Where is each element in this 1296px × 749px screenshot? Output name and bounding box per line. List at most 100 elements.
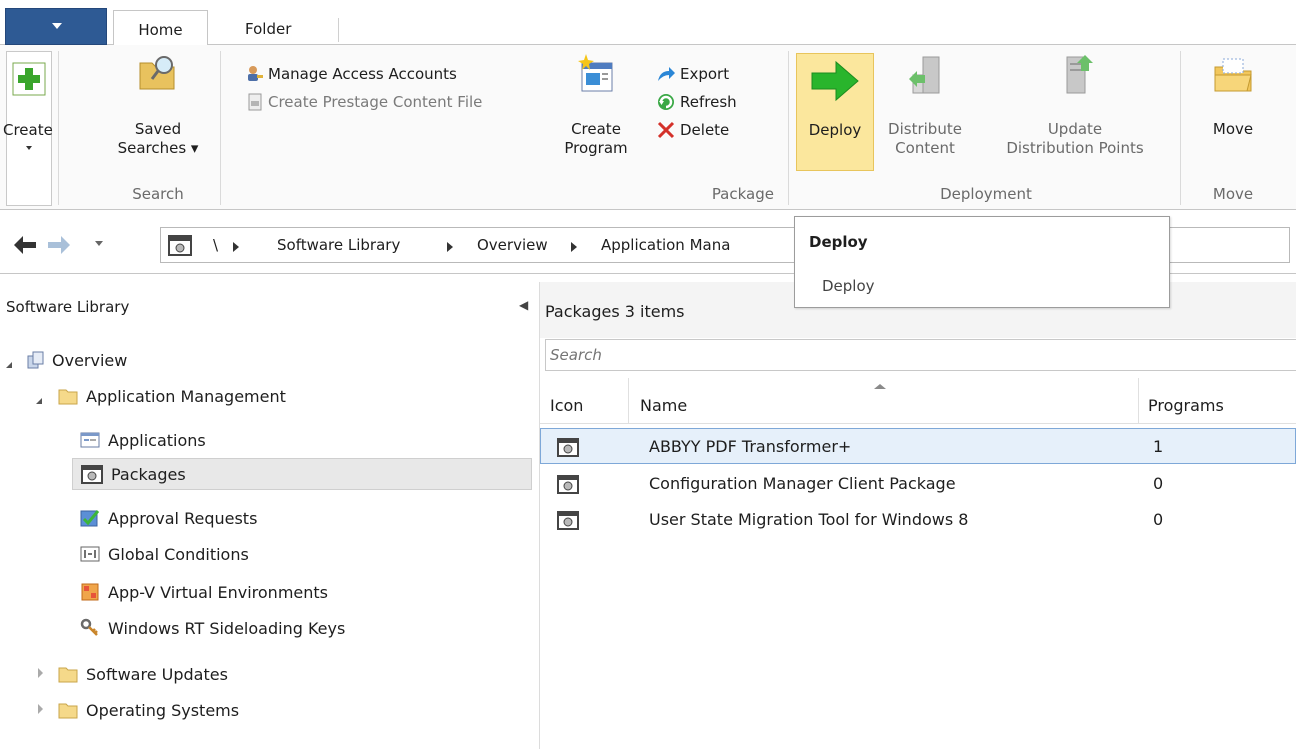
delete-label: Delete xyxy=(680,121,730,139)
results-title: Packages 3 items xyxy=(545,302,685,321)
tree-item-label: Global Conditions xyxy=(108,544,249,564)
tree-collapsed-icon[interactable] xyxy=(38,668,43,678)
tree-expanded-icon[interactable] xyxy=(6,362,12,368)
key-icon xyxy=(80,618,98,636)
tree-expanded-icon[interactable] xyxy=(36,398,42,404)
breadcrumb-application-management[interactable]: Application Mana xyxy=(601,236,730,254)
tab-folder[interactable]: Folder xyxy=(228,10,338,46)
tree-item-overview[interactable]: Overview xyxy=(26,344,127,376)
column-divider[interactable] xyxy=(1138,378,1139,424)
app-v-environment-icon xyxy=(81,583,99,601)
package-icon xyxy=(168,235,192,256)
package-icon xyxy=(557,475,579,494)
tree-item-applications[interactable]: Applications xyxy=(80,424,206,456)
tree-item-packages[interactable]: Packages xyxy=(72,458,532,490)
breadcrumb-root[interactable]: \ xyxy=(213,236,218,254)
tree-item-label: Application Management xyxy=(86,386,286,406)
ribbon-tab-bar: Home Folder xyxy=(0,0,1296,46)
results-pane: Packages 3 items Icon Name Programs ABBY… xyxy=(540,282,1296,749)
search-input[interactable] xyxy=(545,339,1296,371)
saved-searches-button[interactable]: Saved Searches ▾ xyxy=(104,53,212,173)
deploy-tooltip: Deploy Deploy xyxy=(794,216,1170,308)
application-menu-button[interactable] xyxy=(5,8,107,45)
package-icon xyxy=(557,511,579,530)
tree-item-global-conditions[interactable]: Global Conditions xyxy=(80,538,249,570)
refresh-button[interactable]: Refresh xyxy=(656,91,737,113)
prestage-icon xyxy=(248,93,262,111)
tree-item-label: Software Updates xyxy=(86,664,228,684)
tree-item-operating-systems[interactable]: Operating Systems xyxy=(58,694,239,726)
deploy-button[interactable]: Deploy xyxy=(796,53,874,171)
group-label-search: Search xyxy=(132,185,184,203)
tree-item-windows-rt-sideloading-keys[interactable]: Windows RT Sideloading Keys xyxy=(80,612,345,644)
history-dropdown-icon[interactable] xyxy=(95,241,103,246)
new-program-icon xyxy=(578,54,613,92)
manage-access-accounts-button[interactable]: Manage Access Accounts xyxy=(246,63,457,85)
create-label: Create xyxy=(3,121,53,139)
overview-icon xyxy=(27,351,44,369)
tab-divider xyxy=(338,18,339,42)
row-name: User State Migration Tool for Windows 8 xyxy=(649,510,969,529)
manage-access-accounts-label: Manage Access Accounts xyxy=(268,65,457,83)
saved-searches-icon xyxy=(139,56,175,90)
distribute-content-icon xyxy=(909,56,940,94)
applications-icon xyxy=(80,432,100,448)
group-divider xyxy=(220,51,221,205)
tab-home[interactable]: Home xyxy=(113,10,208,46)
update-dp-label-1: Update xyxy=(1047,120,1103,138)
column-divider[interactable] xyxy=(628,378,629,424)
tooltip-description: Deploy xyxy=(822,277,875,295)
forward-arrow-icon[interactable] xyxy=(46,234,72,256)
tree-item-label: App-V Virtual Environments xyxy=(108,582,328,602)
create-button[interactable]: Create xyxy=(3,51,53,206)
table-row[interactable]: Configuration Manager Client Package 0 xyxy=(540,466,1296,502)
tooltip-title: Deploy xyxy=(809,233,868,251)
saved-searches-label-1: Saved xyxy=(134,120,182,138)
back-arrow-icon[interactable] xyxy=(12,234,38,256)
global-conditions-icon xyxy=(80,546,100,562)
collapse-pane-icon[interactable]: ◀ xyxy=(519,298,528,312)
export-label: Export xyxy=(680,65,730,83)
chevron-down-icon xyxy=(26,146,32,150)
row-programs: 0 xyxy=(1153,474,1164,493)
breadcrumb-separator-icon xyxy=(447,242,453,252)
move-label: Move xyxy=(1212,120,1254,138)
tree-item-label: Packages xyxy=(111,464,186,484)
column-header-programs[interactable]: Programs xyxy=(1148,396,1224,415)
breadcrumb-software-library[interactable]: Software Library xyxy=(277,236,400,254)
table-row[interactable]: User State Migration Tool for Windows 8 … xyxy=(540,502,1296,538)
distribute-content-button[interactable]: Distribute Content xyxy=(876,53,974,171)
create-prestage-content-file-button[interactable]: Create Prestage Content File xyxy=(246,91,482,113)
delete-button[interactable]: Delete xyxy=(656,119,729,141)
tree-item-label: Operating Systems xyxy=(86,700,240,720)
delete-x-icon xyxy=(657,121,675,139)
refresh-icon xyxy=(658,94,674,110)
dropdown-arrow-icon xyxy=(52,23,62,29)
column-header-icon[interactable]: Icon xyxy=(550,396,583,415)
group-divider xyxy=(1180,51,1181,205)
tree-item-application-management[interactable]: Application Management xyxy=(58,380,286,412)
create-program-button[interactable]: Create Program xyxy=(558,53,634,173)
deploy-arrow-icon xyxy=(811,60,859,102)
update-distribution-points-button[interactable]: Update Distribution Points xyxy=(984,53,1166,171)
tree-collapsed-icon[interactable] xyxy=(38,704,43,714)
table-row[interactable]: ABBYY PDF Transformer+ 1 xyxy=(540,428,1296,464)
group-label-package: Package xyxy=(711,185,774,203)
column-header-name[interactable]: Name xyxy=(640,396,687,415)
tree-item-app-v-virtual-environments[interactable]: App-V Virtual Environments xyxy=(80,576,328,608)
move-button[interactable]: Move xyxy=(1192,53,1274,171)
distribute-content-label-1: Distribute xyxy=(888,120,962,138)
breadcrumb-overview[interactable]: Overview xyxy=(477,236,548,254)
row-programs: 1 xyxy=(1153,437,1164,456)
group-label-move: Move xyxy=(1212,185,1254,203)
tree-item-software-updates[interactable]: Software Updates xyxy=(58,658,228,690)
package-icon xyxy=(81,465,103,484)
export-button[interactable]: Export xyxy=(656,63,729,85)
approval-icon xyxy=(80,510,100,527)
update-dp-icon xyxy=(1066,55,1093,94)
saved-searches-label-2: Searches ▾ xyxy=(117,139,199,157)
navigation-pane: Software Library ◀ Overview Application … xyxy=(0,282,540,749)
tree-item-label: Approval Requests xyxy=(108,508,258,528)
move-folder-icon xyxy=(1214,58,1252,92)
tree-item-approval-requests[interactable]: Approval Requests xyxy=(80,502,257,534)
